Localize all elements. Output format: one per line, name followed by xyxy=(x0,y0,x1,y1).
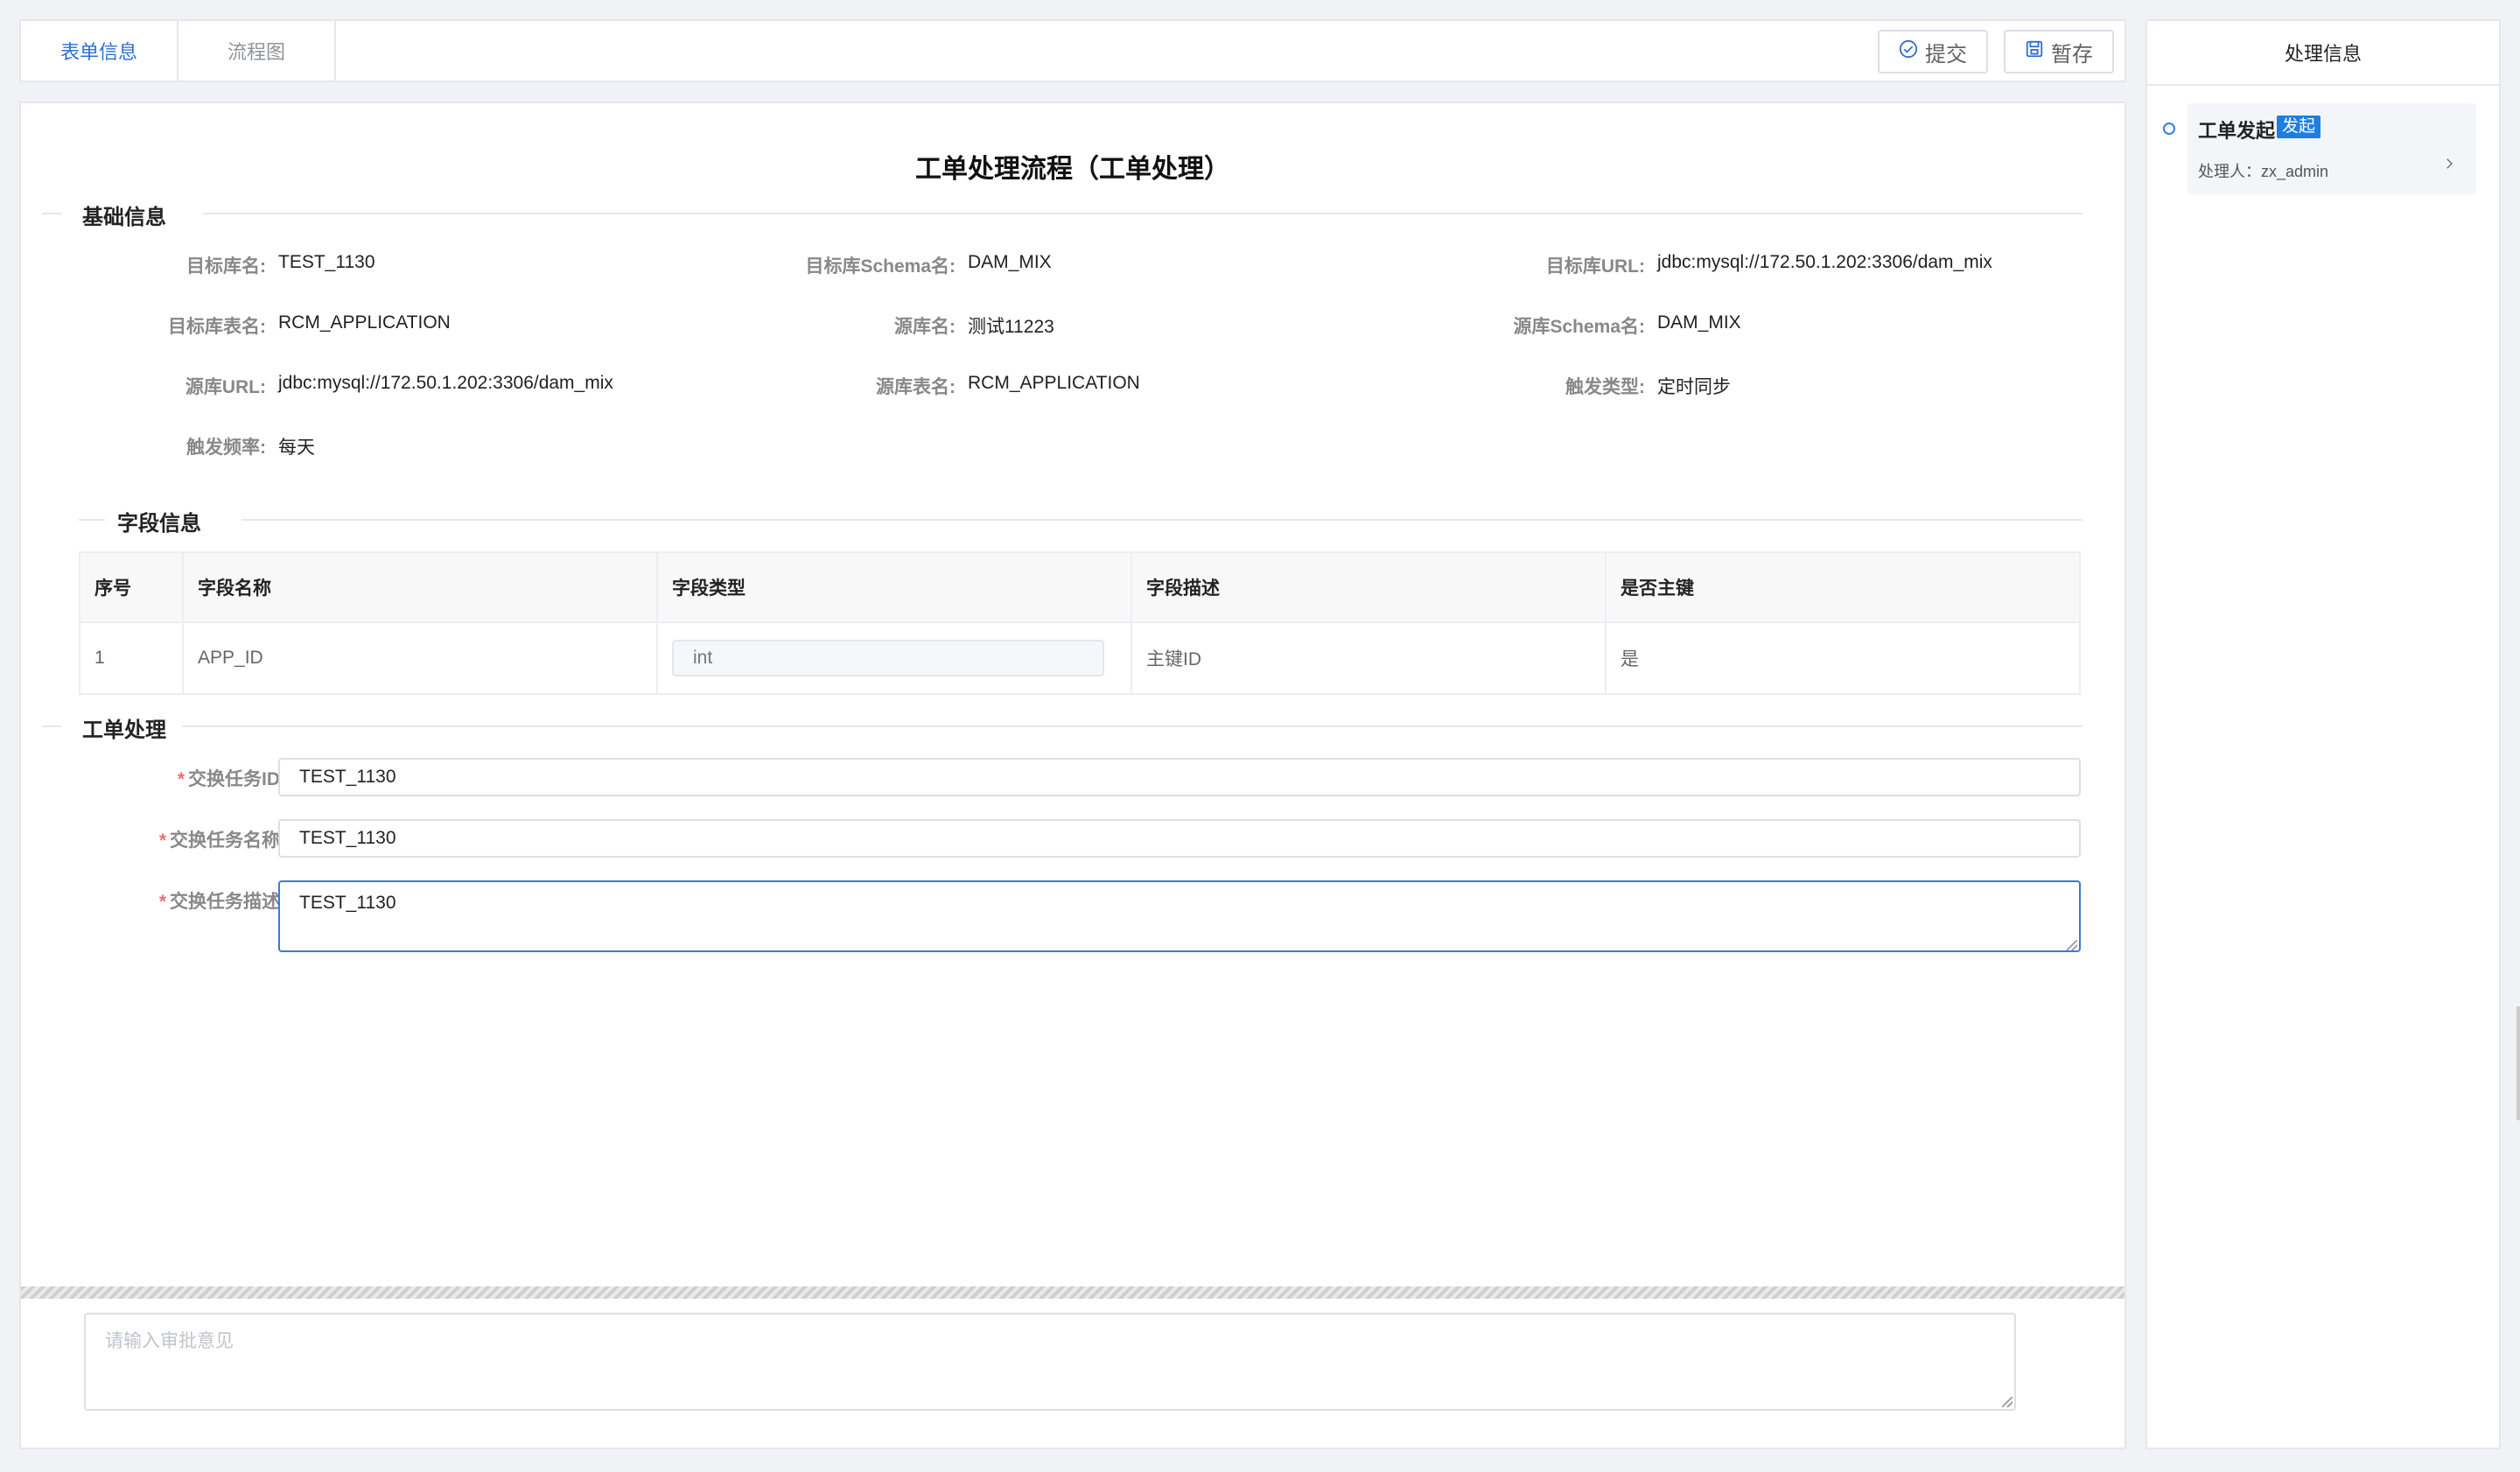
field-table: 序号 字段名称 字段类型 字段描述 是否主键 1 APP_ID int 主键ID… xyxy=(79,551,2081,695)
source-table-label: 源库表名: xyxy=(876,377,956,397)
source-url-label: 源库URL: xyxy=(185,377,266,397)
source-table-value: RCM_APPLICATION xyxy=(968,373,1140,393)
node-handler: 处理人：zx_admin xyxy=(2198,163,2329,180)
field-type-input: int xyxy=(672,640,1104,676)
process-title: 工单处理 xyxy=(82,718,166,742)
basic-info-title: 基础信息 xyxy=(82,206,166,229)
target-schema-label: 目标库Schema名: xyxy=(805,256,956,277)
tab-form-info[interactable]: 表单信息 xyxy=(21,21,178,81)
task-desc-textarea[interactable]: TEST_1130 xyxy=(278,880,2081,952)
basic-info-section-header: 基础信息 xyxy=(42,200,2104,229)
top-tab-bar: 表单信息 流程图 提交 暂存 xyxy=(19,19,2126,82)
status-badge: 发起 xyxy=(2277,116,2321,138)
cell-index: 1 xyxy=(79,621,184,695)
col-name-header: 字段名称 xyxy=(182,551,658,623)
timeline-dot-icon xyxy=(2163,123,2175,135)
trigger-type-value: 定时同步 xyxy=(1657,377,1731,397)
process-info-panel: 处理信息 工单发起 发起 处理人：zx_admin xyxy=(2146,19,2501,1449)
task-name-input[interactable] xyxy=(278,819,2081,858)
page-title: 工单处理流程（工单处理） xyxy=(915,155,1230,184)
page-scrollbar[interactable] xyxy=(2516,1006,2520,1120)
trigger-type-label: 触发类型: xyxy=(1565,377,1645,397)
chevron-right-icon xyxy=(2446,158,2454,169)
target-url-label: 目标库URL: xyxy=(1545,256,1645,277)
col-index-header: 序号 xyxy=(79,551,184,623)
opinion-resize-handle[interactable] xyxy=(2002,1397,2012,1407)
panel-divider xyxy=(21,1286,2124,1299)
source-db-name-value: 测试11223 xyxy=(968,317,1054,337)
main-form-panel: 工单处理流程（工单处理） 基础信息 目标库名: TEST_1130 目标库Sch… xyxy=(19,102,2126,1449)
task-desc-label: * 交换任务描述 xyxy=(158,892,280,912)
submit-label: 提交 xyxy=(1925,42,1967,67)
col-type-header: 字段类型 xyxy=(656,551,1132,623)
save-label: 暂存 xyxy=(2051,42,2093,67)
process-section-header: 工单处理 xyxy=(42,712,2104,742)
table-row: 1 APP_ID int 主键ID 是 xyxy=(79,621,2081,695)
field-info-title: 字段信息 xyxy=(117,512,201,536)
tab-flowchart[interactable]: 流程图 xyxy=(178,21,336,81)
col-desc-header: 字段描述 xyxy=(1130,551,1606,623)
target-table-value: RCM_APPLICATION xyxy=(278,312,451,333)
save-icon xyxy=(2025,39,2044,65)
textarea-resize-handle[interactable] xyxy=(2067,940,2077,950)
target-db-name-value: TEST_1130 xyxy=(278,252,375,272)
required-mark: * xyxy=(158,831,166,851)
trigger-frequency-label: 触发频率: xyxy=(186,438,266,458)
required-mark: * xyxy=(158,892,166,912)
task-id-label: * 交换任务ID xyxy=(177,769,280,789)
cell-field-name: APP_ID xyxy=(182,621,658,695)
task-name-label: * 交换任务名称 xyxy=(158,831,280,851)
source-schema-value: DAM_MIX xyxy=(1657,312,1741,333)
save-draft-button[interactable]: 暂存 xyxy=(2004,30,2114,74)
target-url-value: jdbc:mysql://172.50.1.202:3306/dam_mix xyxy=(1657,252,1992,272)
source-schema-label: 源库Schema名: xyxy=(1513,317,1645,337)
timeline-node-initiate[interactable]: 工单发起 发起 处理人：zx_admin xyxy=(2188,103,2476,194)
process-info-title: 处理信息 xyxy=(2147,21,2499,86)
task-id-input[interactable] xyxy=(278,758,2081,796)
source-db-name-label: 源库名: xyxy=(894,317,956,337)
cell-field-type: int xyxy=(656,621,1132,695)
col-primary-header: 是否主键 xyxy=(1605,551,2081,623)
trigger-frequency-value: 每天 xyxy=(278,438,315,458)
cell-primary-key: 是 xyxy=(1605,621,2081,695)
target-db-name-label: 目标库名: xyxy=(186,256,266,277)
source-url-value: jdbc:mysql://172.50.1.202:3306/dam_mix xyxy=(278,373,613,393)
submit-button[interactable]: 提交 xyxy=(1878,30,1988,74)
required-mark: * xyxy=(177,769,185,789)
field-info-section-header: 字段信息 xyxy=(79,506,2082,536)
cell-field-desc: 主键ID xyxy=(1130,621,1606,695)
node-title: 工单发起 xyxy=(2198,120,2276,142)
target-schema-value: DAM_MIX xyxy=(968,252,1052,272)
table-header-row: 序号 字段名称 字段类型 字段描述 是否主键 xyxy=(79,551,2081,623)
target-table-label: 目标库表名: xyxy=(168,317,266,337)
check-circle-icon xyxy=(1899,39,1918,65)
approval-opinion-textarea[interactable] xyxy=(84,1313,2016,1411)
